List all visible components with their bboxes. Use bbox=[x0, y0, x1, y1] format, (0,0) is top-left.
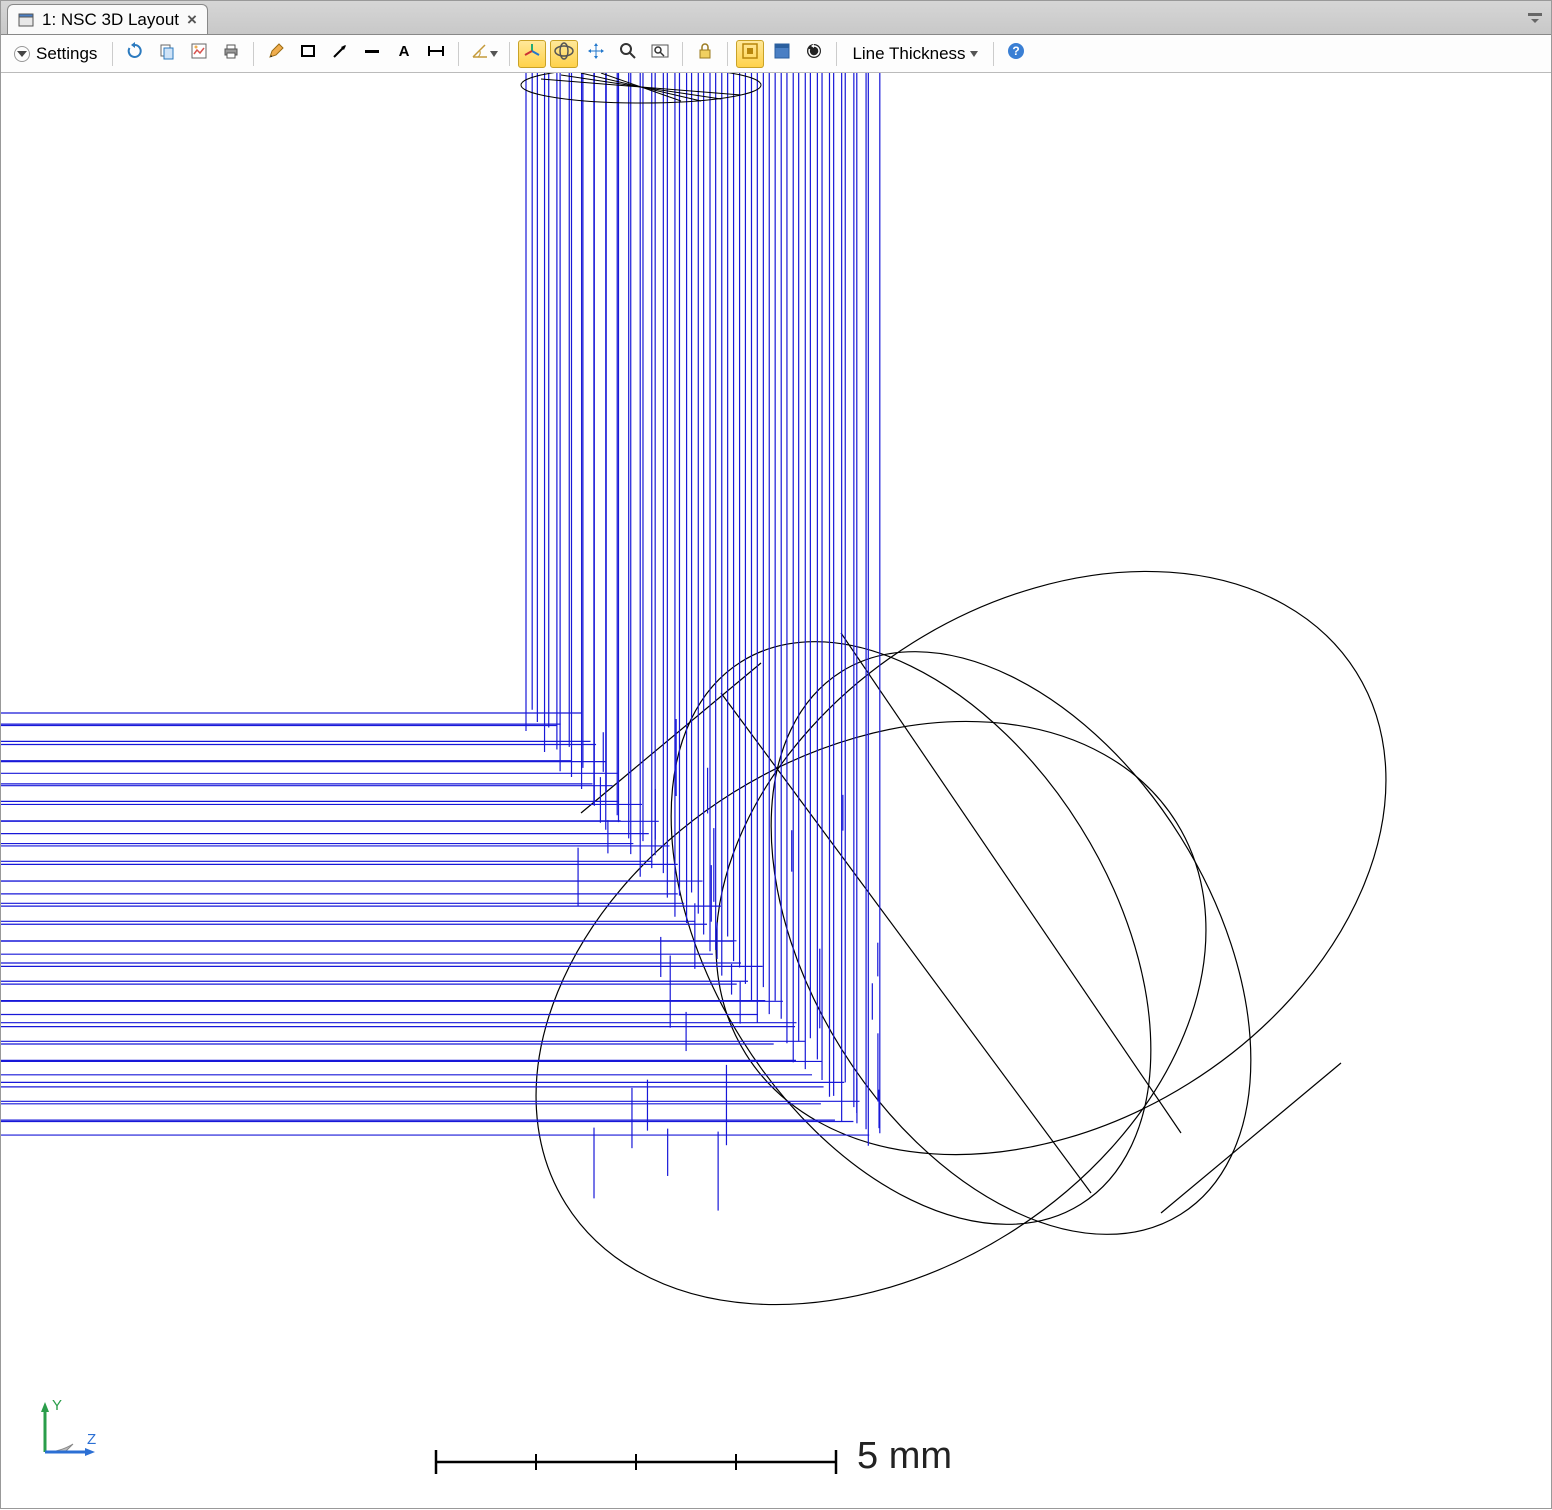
angular-measure-icon bbox=[470, 42, 490, 65]
zoom-box-icon bbox=[650, 42, 670, 65]
axis-y-label: Y bbox=[52, 1397, 62, 1414]
separator bbox=[727, 42, 728, 66]
axes-triad-button[interactable] bbox=[518, 40, 546, 68]
zoom-button[interactable] bbox=[614, 40, 642, 68]
dimension-icon bbox=[426, 42, 446, 65]
separator bbox=[836, 42, 837, 66]
tab-bar: 1: NSC 3D Layout × bbox=[1, 1, 1551, 35]
rectangle-icon bbox=[299, 42, 317, 65]
save-image-button[interactable] bbox=[185, 40, 213, 68]
lock-button[interactable] bbox=[691, 40, 719, 68]
reset-button[interactable] bbox=[800, 40, 828, 68]
pan-icon bbox=[587, 42, 605, 65]
copy-icon bbox=[158, 42, 176, 65]
text-annotate-button[interactable]: A bbox=[390, 40, 418, 68]
line-sample-button[interactable] bbox=[358, 40, 386, 68]
zoom-box-button[interactable] bbox=[646, 40, 674, 68]
save-image-icon bbox=[190, 42, 208, 65]
zoom-icon bbox=[619, 42, 637, 65]
chevron-down-icon bbox=[490, 51, 498, 57]
rectangle-annotate-button[interactable] bbox=[294, 40, 322, 68]
arrow-icon bbox=[331, 42, 349, 65]
tab-nsc-3d-layout[interactable]: 1: NSC 3D Layout × bbox=[7, 4, 208, 34]
toolbar: Settings A Line Thickness ? bbox=[1, 35, 1551, 73]
pencil-icon bbox=[267, 42, 285, 65]
scene-svg bbox=[1, 73, 1552, 1510]
tab-title: 1: NSC 3D Layout bbox=[42, 10, 179, 30]
scale-bar: 5 mm bbox=[431, 1435, 952, 1478]
line-sample-icon bbox=[363, 42, 381, 65]
refresh-button[interactable] bbox=[121, 40, 149, 68]
help-button[interactable]: ? bbox=[1002, 40, 1030, 68]
line-thickness-button[interactable]: Line Thickness bbox=[845, 40, 984, 68]
settings-button[interactable]: Settings bbox=[7, 40, 104, 68]
dimension-button[interactable] bbox=[422, 40, 450, 68]
viewport-3d[interactable]: Y Z 5 mm bbox=[1, 73, 1551, 1508]
chevron-down-icon bbox=[14, 46, 30, 62]
separator bbox=[993, 42, 994, 66]
refresh-icon bbox=[126, 42, 144, 65]
line-thickness-label: Line Thickness bbox=[852, 44, 965, 64]
toggle-view-icon bbox=[773, 42, 791, 65]
toggle-view-button[interactable] bbox=[768, 40, 796, 68]
separator bbox=[682, 42, 683, 66]
fit-to-window-button[interactable] bbox=[736, 40, 764, 68]
separator bbox=[509, 42, 510, 66]
svg-text:?: ? bbox=[1012, 44, 1019, 58]
print-icon bbox=[222, 42, 240, 65]
fit-to-window-icon bbox=[741, 42, 759, 65]
separator bbox=[253, 42, 254, 66]
lock-icon bbox=[697, 42, 713, 65]
separator bbox=[458, 42, 459, 66]
pencil-annotate-button[interactable] bbox=[262, 40, 290, 68]
scale-bar-label: 5 mm bbox=[857, 1435, 952, 1478]
svg-text:A: A bbox=[399, 43, 410, 60]
axes-triad-icon bbox=[523, 42, 541, 65]
copy-button[interactable] bbox=[153, 40, 181, 68]
pan-button[interactable] bbox=[582, 40, 610, 68]
rotate-3d-button[interactable] bbox=[550, 40, 578, 68]
help-icon: ? bbox=[1007, 42, 1025, 65]
reset-icon bbox=[805, 42, 823, 65]
rotate-3d-icon bbox=[553, 42, 575, 65]
tab-overflow-button[interactable] bbox=[1525, 9, 1545, 27]
axis-z-label: Z bbox=[87, 1431, 96, 1448]
scale-bar-line bbox=[431, 1442, 841, 1472]
axis-triad: Y Z bbox=[25, 1392, 105, 1472]
print-button[interactable] bbox=[217, 40, 245, 68]
chevron-down-icon bbox=[970, 51, 978, 57]
arrow-annotate-button[interactable] bbox=[326, 40, 354, 68]
separator bbox=[112, 42, 113, 66]
settings-label: Settings bbox=[36, 44, 97, 64]
text-annotation-icon: A bbox=[395, 42, 413, 65]
tab-close-button[interactable]: × bbox=[187, 10, 197, 30]
window-icon bbox=[18, 13, 34, 27]
angular-measure-button[interactable] bbox=[467, 40, 501, 68]
